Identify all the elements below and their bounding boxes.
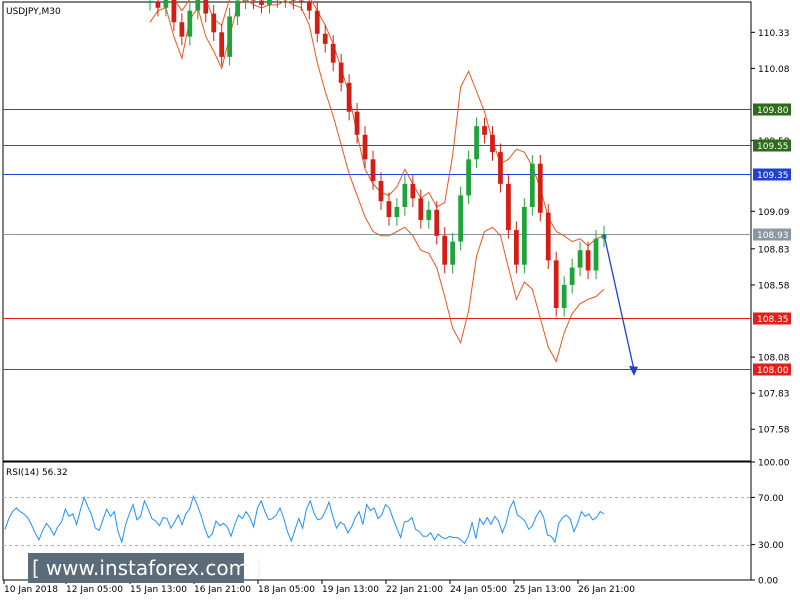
candle-body bbox=[545, 212, 551, 261]
x-tick-label: 25 Jan 13:00 bbox=[514, 585, 571, 595]
candle-body bbox=[259, 0, 264, 5]
price-y-tick-label: 110.08 bbox=[758, 65, 790, 75]
price-candle bbox=[529, 155, 535, 216]
x-tick-label: 12 Jan 05:00 bbox=[66, 585, 123, 595]
candle-body bbox=[482, 126, 487, 135]
candle-body bbox=[569, 267, 575, 285]
candle-body bbox=[179, 22, 185, 37]
candle-body bbox=[203, 0, 209, 14]
candle-body bbox=[267, 0, 272, 5]
candle-body bbox=[450, 241, 456, 265]
candle-body bbox=[529, 163, 535, 207]
price-y-tick-label: 108.58 bbox=[758, 281, 790, 291]
candle-body bbox=[386, 201, 392, 218]
price-y-tick-label: 110.33 bbox=[758, 29, 790, 39]
x-tick-label: 16 Jan 21:00 bbox=[194, 585, 251, 595]
level-tag-label: 109.35 bbox=[757, 171, 789, 181]
candle-body bbox=[243, 0, 248, 1]
rsi-title: RSI(14) 56.32 bbox=[6, 468, 68, 478]
x-tick-label: 24 Jan 05:00 bbox=[450, 585, 507, 595]
candle-body bbox=[585, 250, 591, 271]
candle-body bbox=[314, 10, 320, 34]
candle-body bbox=[195, 0, 201, 11]
candle-body bbox=[346, 82, 352, 112]
level-tag-label: 108.93 bbox=[757, 231, 789, 241]
candle-body bbox=[187, 10, 193, 37]
candle-body bbox=[593, 238, 599, 271]
candle-body bbox=[418, 198, 424, 220]
candle-body bbox=[290, 0, 296, 1]
candle-body bbox=[171, 0, 177, 23]
price-y-tick-label: 107.83 bbox=[758, 390, 790, 400]
x-tick-label: 10 Jan 2018 bbox=[4, 585, 58, 595]
price-candle bbox=[521, 198, 527, 274]
candle-body bbox=[521, 206, 527, 265]
candle-body bbox=[426, 209, 432, 220]
candle-body bbox=[251, 0, 256, 1]
x-tick-label: 22 Jan 21:00 bbox=[386, 585, 443, 595]
candle-body bbox=[163, 0, 169, 8]
price-candle bbox=[506, 175, 511, 239]
candle-body bbox=[394, 206, 400, 218]
candle-body bbox=[434, 209, 440, 236]
x-tick-label: 19 Jan 13:00 bbox=[322, 585, 379, 595]
x-tick-label: 15 Jan 13:00 bbox=[130, 585, 187, 595]
candle-body bbox=[378, 180, 384, 202]
candle-body bbox=[298, 0, 304, 3]
candle-body bbox=[354, 111, 360, 135]
candle-body bbox=[211, 13, 217, 33]
candle-body bbox=[442, 235, 448, 265]
watermark-right-bracket: ] bbox=[254, 556, 262, 580]
rsi-y-tick-label: 0.00 bbox=[758, 577, 778, 587]
watermark: [www.instaforex.com] bbox=[28, 553, 262, 583]
level-tag-label: 109.80 bbox=[757, 106, 789, 116]
rsi-y-tick-label: 70.00 bbox=[758, 494, 784, 504]
candle-body bbox=[458, 195, 464, 242]
price-candle bbox=[553, 251, 559, 317]
candle-body bbox=[227, 16, 233, 57]
candle-body bbox=[410, 183, 416, 199]
candle-body bbox=[506, 183, 511, 231]
candle-body bbox=[322, 33, 328, 44]
candle-body bbox=[330, 43, 336, 63]
price-panel-frame bbox=[2, 1, 752, 462]
candle-body bbox=[235, 0, 241, 17]
candle-body bbox=[553, 260, 559, 308]
price-y-tick-label: 107.58 bbox=[758, 426, 790, 436]
candle-body bbox=[513, 230, 519, 265]
level-tag-label: 108.00 bbox=[757, 366, 789, 376]
candle-body bbox=[338, 62, 344, 83]
price-candle bbox=[537, 155, 543, 222]
price-y-tick-label: 109.09 bbox=[758, 208, 790, 218]
candle-body bbox=[561, 284, 567, 308]
chart: 110.33110.08109.58109.09108.83108.58108.… bbox=[2, 0, 791, 595]
candle-body bbox=[306, 2, 312, 11]
candle-body bbox=[577, 250, 583, 268]
rsi-y-tick-label: 30.00 bbox=[758, 541, 784, 551]
candle-body bbox=[402, 183, 408, 207]
rsi-y-tick-label: 100.00 bbox=[758, 459, 790, 469]
candle-body bbox=[155, 2, 161, 8]
x-tick-label: 18 Jan 05:00 bbox=[258, 585, 315, 595]
price-y-tick-label: 108.83 bbox=[758, 245, 790, 255]
candle-body bbox=[498, 152, 503, 184]
candle-body bbox=[466, 159, 471, 196]
candle-body bbox=[370, 159, 376, 181]
candle-body bbox=[362, 134, 368, 160]
x-tick-label: 26 Jan 21:00 bbox=[578, 585, 635, 595]
candle-body bbox=[219, 32, 225, 57]
candle-body bbox=[490, 134, 495, 153]
candle-body bbox=[474, 126, 479, 160]
candle-body bbox=[147, 2, 153, 3]
price-chart-title: USDJPY,M30 bbox=[6, 7, 61, 17]
level-tag-label: 109.55 bbox=[757, 142, 789, 152]
watermark-text: www.instaforex.com bbox=[45, 556, 249, 580]
price-candle bbox=[545, 204, 551, 270]
price-y-tick-label: 108.08 bbox=[758, 354, 790, 364]
price-candle bbox=[458, 186, 464, 251]
candle-body bbox=[537, 163, 543, 213]
watermark-left-bracket: [ bbox=[32, 556, 40, 580]
level-tag-label: 108.35 bbox=[757, 315, 789, 325]
